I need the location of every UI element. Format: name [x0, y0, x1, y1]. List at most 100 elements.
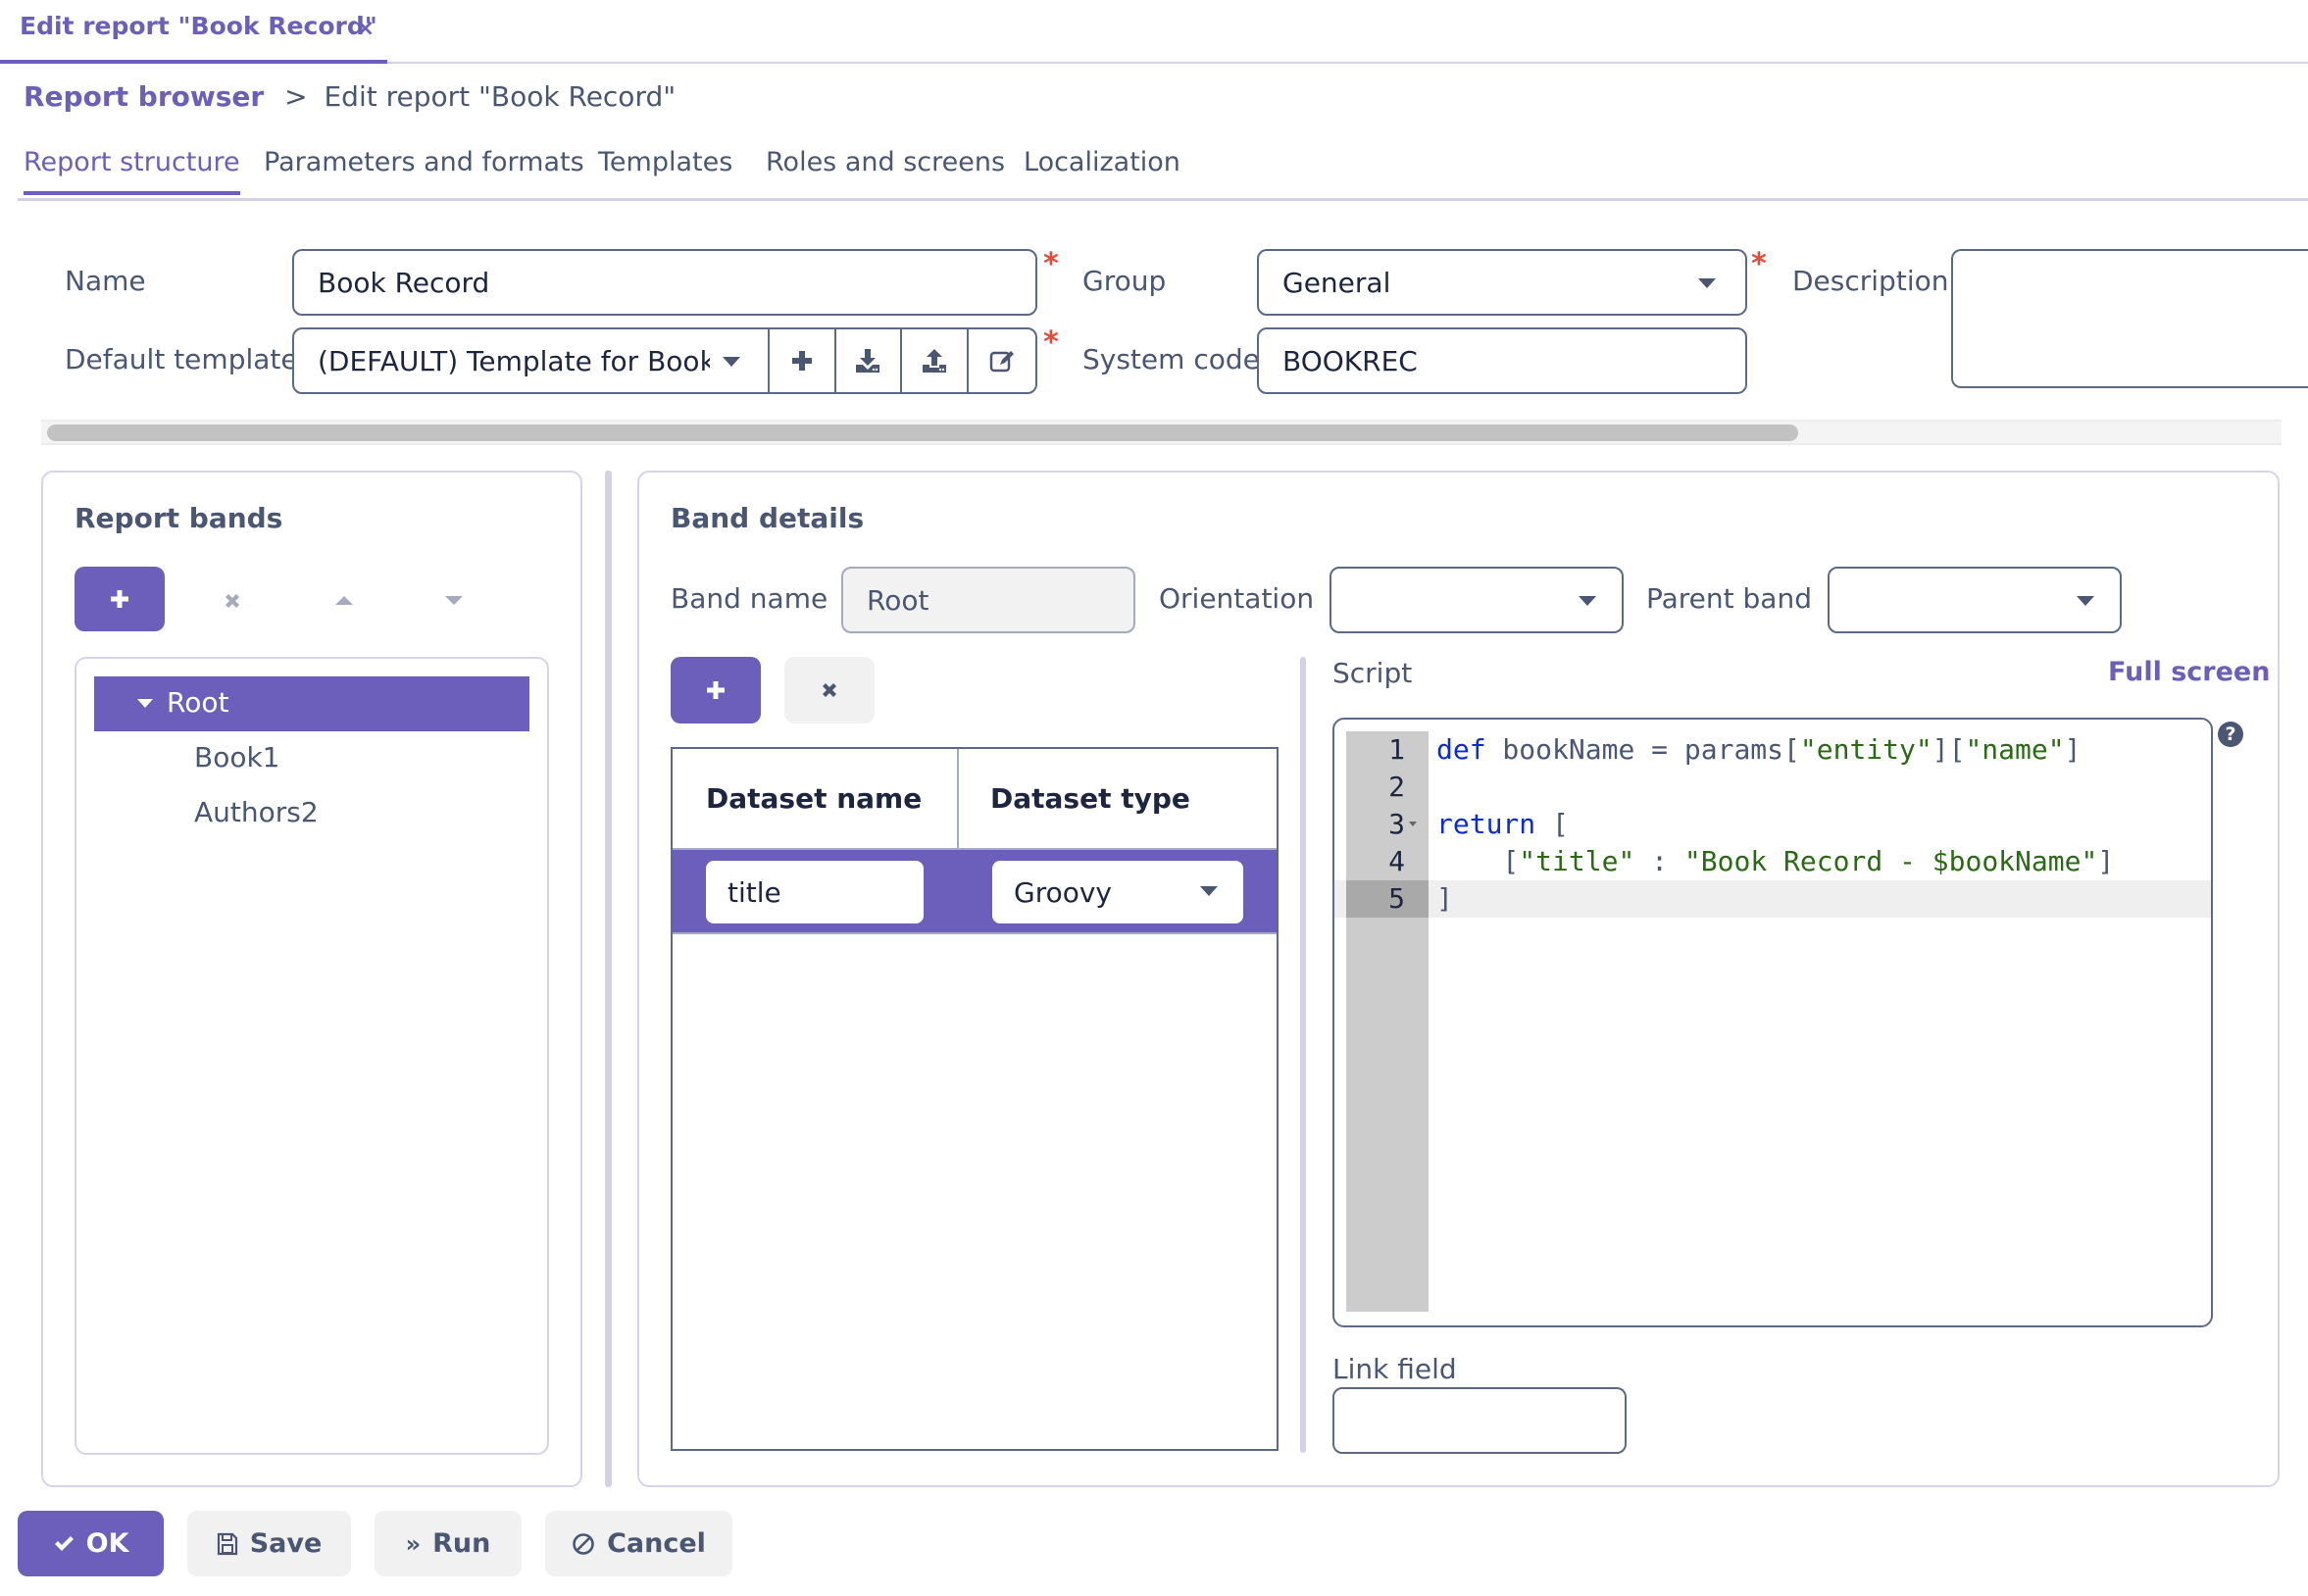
fold-caret-icon[interactable] — [1409, 822, 1417, 826]
bands-tree — [75, 657, 549, 1455]
tree-item-authors2[interactable]: Authors2 — [194, 796, 319, 828]
chevron-down-icon — [2077, 596, 2094, 606]
upload-template-button[interactable] — [902, 329, 970, 392]
table-row[interactable]: title Groovy — [673, 850, 1277, 934]
dataset-name-value: title — [728, 875, 781, 909]
dataset-name-input[interactable]: title — [706, 861, 924, 923]
tab-localization[interactable]: Localization — [1024, 147, 1180, 191]
code-token: ][ — [1932, 733, 1966, 766]
code-line[interactable]: 5] — [1334, 880, 2211, 918]
code-text: ] — [1436, 880, 1453, 918]
code-line[interactable]: 3 return [ — [1334, 806, 2211, 843]
edit-icon — [989, 351, 1015, 373]
link-field-input[interactable] — [1332, 1387, 1627, 1454]
run-button[interactable]: » Run — [375, 1511, 522, 1576]
tree-item-root[interactable]: Root — [94, 676, 529, 731]
move-up-button[interactable] — [329, 588, 359, 612]
tab-templates[interactable]: Templates — [598, 147, 732, 191]
name-input[interactable]: Book Record — [292, 249, 1037, 316]
table-header: Dataset name Dataset type — [673, 749, 1277, 850]
code-token: bookName = params[ — [1485, 733, 1800, 766]
remove-icon — [823, 683, 836, 697]
group-value: General — [1282, 266, 1391, 299]
description-textarea[interactable] — [1951, 249, 2308, 388]
dataset-script-splitter[interactable] — [1300, 657, 1306, 1453]
save-icon — [217, 1532, 237, 1555]
check-icon — [54, 1535, 74, 1551]
upload-icon — [923, 349, 947, 373]
full-screen-link[interactable]: Full screen — [2108, 657, 2270, 687]
move-down-button[interactable] — [439, 588, 469, 612]
cancel-button[interactable]: Cancel — [545, 1511, 732, 1576]
expand-caret-icon[interactable] — [137, 699, 153, 708]
add-band-button[interactable] — [75, 567, 165, 631]
orientation-label: Orientation — [1159, 582, 1315, 615]
datasets-table: Dataset name Dataset type title Groovy — [671, 747, 1279, 1451]
system-code-label: System code — [1082, 343, 1260, 375]
group-select[interactable]: General — [1257, 249, 1747, 316]
column-header-dataset-name[interactable]: Dataset name — [673, 749, 959, 848]
name-value: Book Record — [318, 266, 490, 299]
tab-roles-and-screens[interactable]: Roles and screens — [766, 147, 1005, 191]
breadcrumb-separator: > — [284, 80, 308, 113]
code-line[interactable]: 2 — [1334, 769, 2211, 806]
tab-report-structure[interactable]: Report structure — [24, 147, 240, 195]
band-name-input[interactable]: Root — [841, 567, 1135, 633]
tab-parameters-and-formats[interactable]: Parameters and formats — [264, 147, 584, 191]
tree-item-book1[interactable]: Book1 — [194, 741, 280, 773]
download-icon — [856, 349, 880, 373]
default-template-label: Default template — [65, 343, 298, 375]
download-template-button[interactable] — [836, 329, 903, 392]
name-label: Name — [65, 265, 146, 297]
default-template-value: (DEFAULT) Template for BookR — [318, 344, 710, 377]
double-chevron-right-icon: » — [405, 1529, 422, 1558]
code-token: : — [1634, 845, 1684, 877]
code-token: ] — [1436, 882, 1453, 915]
code-string: "entity" — [1799, 733, 1932, 766]
edit-template-button[interactable] — [969, 329, 1035, 392]
remove-icon — [226, 594, 239, 608]
remove-dataset-button[interactable] — [784, 657, 875, 723]
system-code-input[interactable]: BOOKREC — [1257, 327, 1747, 394]
column-header-dataset-type[interactable]: Dataset type — [959, 749, 1277, 848]
default-template-select[interactable]: (DEFAULT) Template for BookR — [294, 329, 770, 392]
tab-bar-divider — [387, 62, 2308, 64]
move-down-icon — [445, 595, 463, 605]
orientation-select[interactable] — [1330, 567, 1624, 633]
window-tab-title[interactable]: Edit report "Book Record" — [20, 12, 377, 40]
ok-label: OK — [85, 1528, 129, 1559]
breadcrumb: Report browser > Edit report "Book Recor… — [24, 80, 676, 113]
code-token: ] — [2097, 845, 2115, 877]
code-text: ["title" : "Book Record - $bookName"] — [1436, 843, 2114, 880]
chevron-down-icon — [1200, 886, 1218, 896]
script-editor[interactable]: 1 def bookName = params["entity"]["name"]… — [1332, 718, 2213, 1327]
chevron-down-icon — [1579, 596, 1596, 606]
ok-button[interactable]: OK — [18, 1511, 164, 1576]
breadcrumb-link-report-browser[interactable]: Report browser — [24, 80, 264, 113]
add-dataset-button[interactable] — [671, 657, 761, 723]
line-number: 4 — [1388, 845, 1405, 877]
default-template-picker: (DEFAULT) Template for BookR — [292, 327, 1037, 394]
cancel-label: Cancel — [607, 1528, 706, 1559]
dataset-type-value: Groovy — [1014, 875, 1112, 909]
report-bands-title: Report bands — [75, 502, 283, 534]
description-label: Description — [1792, 265, 1949, 297]
question-circle-icon[interactable]: ? — [2218, 722, 2243, 747]
plus-icon — [707, 681, 725, 699]
remove-band-button[interactable] — [218, 586, 247, 616]
code-line[interactable]: 4 ["title" : "Book Record - $bookName"] — [1334, 843, 2211, 880]
code-string: "name" — [1965, 733, 2065, 766]
close-icon[interactable]: × — [356, 16, 375, 41]
horizontal-scrollbar-thumb[interactable] — [47, 424, 1798, 441]
band-name-label: Band name — [671, 582, 828, 615]
dataset-type-select[interactable]: Groovy — [992, 861, 1243, 923]
required-marker: * — [1043, 325, 1059, 360]
save-button[interactable]: Save — [187, 1511, 351, 1576]
code-line[interactable]: 1 def bookName = params["entity"]["name"] — [1334, 731, 2211, 769]
plus-icon — [111, 590, 128, 608]
group-label: Group — [1082, 265, 1167, 297]
parent-band-select[interactable] — [1828, 567, 2122, 633]
panel-splitter[interactable] — [605, 471, 612, 1487]
script-label: Script — [1332, 657, 1413, 689]
add-template-button[interactable] — [770, 329, 836, 392]
